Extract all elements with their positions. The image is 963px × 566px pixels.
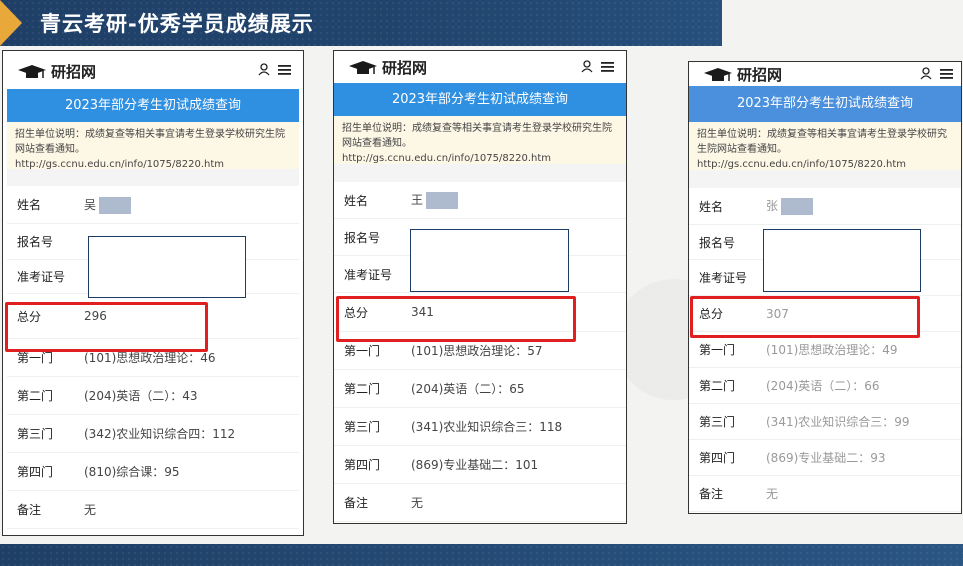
logo: 研招网 xyxy=(348,57,427,78)
subject-4-value: (869)专业基础二：101 xyxy=(411,458,539,472)
page-title: 青云考研-优秀学员成绩展示 xyxy=(40,12,314,36)
logo-text: 研招网 xyxy=(51,63,97,81)
total-highlight-2 xyxy=(336,296,576,342)
subject-1-value: (101)思想政治理论：49 xyxy=(766,343,898,357)
user-icon[interactable] xyxy=(920,67,932,80)
notice-text: 招生单位说明：成绩复查等相关事宜请考生登录学校研究生院网站查看通知。http:/… xyxy=(689,122,961,170)
subject-2-value: (204)英语（二）：43 xyxy=(84,389,198,403)
notice-text: 招生单位说明：成绩复查等相关事宜请考生登录学校研究生院网站查看通知。http:/… xyxy=(334,116,626,164)
row-subject-4: 第四门 (869)专业基础二：93 xyxy=(689,440,961,476)
row-subject-3: 第三门 (341)农业知识综合三：118 xyxy=(334,408,626,446)
header-bar: 青云考研-优秀学员成绩展示 xyxy=(0,0,722,46)
row-name: 姓名 张 xyxy=(689,188,961,225)
note-value: 无 xyxy=(766,487,779,501)
logo: 研招网 xyxy=(703,64,782,85)
subject-2-value: (204)英语（二）：65 xyxy=(411,382,525,396)
subject-3-value: (341)农业知识综合三：118 xyxy=(411,420,563,434)
name-redaction xyxy=(781,198,814,215)
row-name: 姓名 王 xyxy=(334,182,626,219)
reg-no-label: 报名号 xyxy=(699,235,736,250)
graduation-cap-icon xyxy=(349,60,377,74)
spacer xyxy=(689,170,961,188)
notice-text: 招生单位说明：成绩复查等相关事宜请考生登录学校研究生院网站查看通知。http:/… xyxy=(7,122,299,170)
graduation-cap-icon xyxy=(704,67,732,81)
name-label: 姓名 xyxy=(699,199,724,214)
name-redaction xyxy=(99,196,132,214)
exam-no-label: 准考证号 xyxy=(699,271,748,285)
subject-2-label: 第二门 xyxy=(699,379,736,393)
subject-3-label: 第三门 xyxy=(17,427,54,441)
subject-4-value: (869)专业基础二：93 xyxy=(766,451,886,465)
exam-no-label: 准考证号 xyxy=(17,270,66,284)
name-label: 姓名 xyxy=(17,198,42,212)
user-icon[interactable] xyxy=(581,60,593,73)
note-value: 无 xyxy=(411,496,424,510)
user-icon[interactable] xyxy=(258,63,270,76)
note-value: 无 xyxy=(84,503,97,517)
graduation-cap-icon xyxy=(18,64,46,78)
subject-3-value: (342)农业知识综合四：112 xyxy=(84,427,236,441)
row-subject-2: 第二门 (204)英语（二）：65 xyxy=(334,370,626,408)
name-value: 张 xyxy=(766,199,779,213)
id-redaction-box-2 xyxy=(410,229,569,292)
subject-2-label: 第二门 xyxy=(17,389,54,403)
name-redaction xyxy=(426,192,459,209)
logo-text: 研招网 xyxy=(737,66,783,84)
header-arrow-decoration xyxy=(0,0,22,46)
row-note: 备注 无 xyxy=(689,476,961,512)
row-subject-2: 第二门 (204)英语（二）：66 xyxy=(689,368,961,404)
row-subject-4: 第四门 (869)专业基础二：101 xyxy=(334,446,626,484)
subject-1-label: 第一门 xyxy=(699,343,736,357)
subject-4-label: 第四门 xyxy=(699,451,736,465)
spacer xyxy=(334,164,626,182)
subject-4-label: 第四门 xyxy=(344,458,381,472)
menu-icon[interactable] xyxy=(601,61,614,73)
footer-bar xyxy=(0,544,963,566)
row-subject-3: 第三门 (342)农业知识综合四：112 xyxy=(7,415,299,453)
note-label: 备注 xyxy=(344,496,369,510)
exam-no-label: 准考证号 xyxy=(344,267,393,282)
subject-3-label: 第三门 xyxy=(344,420,381,434)
subject-1-value: (101)思想政治理论：57 xyxy=(411,344,543,358)
row-subject-3: 第三门 (341)农业知识综合三：99 xyxy=(689,404,961,440)
row-subject-2: 第二门 (204)英语（二）：43 xyxy=(7,377,299,415)
subject-1-label: 第一门 xyxy=(344,344,381,358)
query-banner: 2023年部分考生初试成绩查询 xyxy=(689,86,961,122)
card-topbar: 研招网 xyxy=(334,51,626,83)
note-label: 备注 xyxy=(17,503,42,517)
query-banner: 2023年部分考生初试成绩查询 xyxy=(334,83,626,116)
row-subject-4: 第四门 (810)综合课：95 xyxy=(7,453,299,491)
menu-icon[interactable] xyxy=(278,64,291,76)
subject-2-label: 第二门 xyxy=(344,382,381,396)
id-redaction-box-1 xyxy=(88,236,246,298)
logo: 研招网 xyxy=(17,61,96,82)
row-note: 备注 无 xyxy=(334,484,626,522)
name-value: 王 xyxy=(411,193,424,207)
menu-icon[interactable] xyxy=(940,68,953,80)
reg-no-label: 报名号 xyxy=(344,230,381,245)
row-note: 备注 无 xyxy=(7,491,299,529)
subject-3-value: (341)农业知识综合三：99 xyxy=(766,415,910,429)
subject-3-label: 第三门 xyxy=(699,415,736,429)
row-name: 姓名 吴 xyxy=(7,186,299,224)
total-highlight-1 xyxy=(5,302,208,352)
id-redaction-box-3 xyxy=(763,229,921,292)
subject-2-value: (204)英语（二）：66 xyxy=(766,379,880,393)
note-label: 备注 xyxy=(699,487,724,501)
subject-4-value: (810)综合课：95 xyxy=(84,465,180,479)
card-topbar: 研招网 xyxy=(3,51,303,89)
reg-no-label: 报名号 xyxy=(17,235,54,249)
total-highlight-3 xyxy=(690,296,920,338)
logo-text: 研招网 xyxy=(382,59,428,77)
subject-4-label: 第四门 xyxy=(17,465,54,479)
query-banner: 2023年部分考生初试成绩查询 xyxy=(7,89,299,122)
name-label: 姓名 xyxy=(344,193,369,208)
name-value: 吴 xyxy=(84,197,97,212)
card-topbar: 研招网 xyxy=(689,62,961,86)
